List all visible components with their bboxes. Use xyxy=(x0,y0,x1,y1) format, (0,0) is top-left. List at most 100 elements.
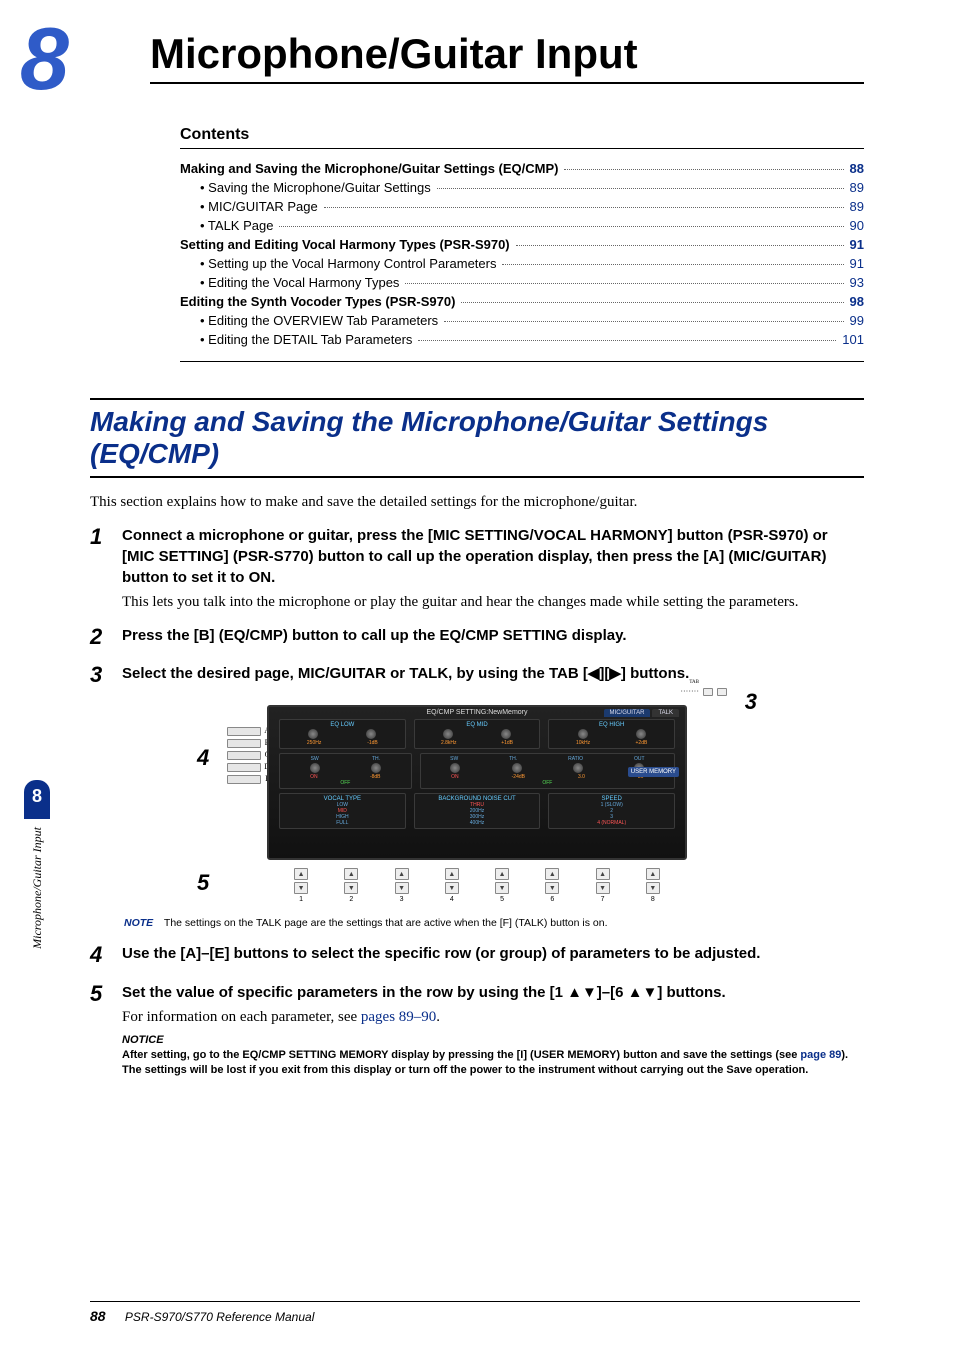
notice-link[interactable]: page 89 xyxy=(800,1049,841,1061)
step-4: 4 Use the [A]–[E] buttons to select the … xyxy=(90,943,864,967)
eq-mid-panel: EQ MID 2.8kHz+1dB xyxy=(414,719,541,749)
toc-row[interactable]: • Setting up the Vocal Harmony Control P… xyxy=(180,254,864,273)
user-memory-button[interactable]: USER MEMORY xyxy=(628,767,679,777)
grid-up-4[interactable]: ▲ xyxy=(445,868,459,880)
toc-row[interactable]: • Editing the OVERVIEW Tab Parameters99 xyxy=(180,311,864,330)
grid-num: 4 xyxy=(450,896,454,903)
step-number: 4 xyxy=(90,943,108,967)
grid-up-3[interactable]: ▲ xyxy=(395,868,409,880)
footer: 88 PSR-S970/S770 Reference Manual xyxy=(90,1301,860,1324)
grid-down-6[interactable]: ▼ xyxy=(545,882,559,894)
grid-down-4[interactable]: ▼ xyxy=(445,882,459,894)
toc-row[interactable]: Setting and Editing Vocal Harmony Types … xyxy=(180,235,864,254)
toc-page: 101 xyxy=(842,332,864,347)
grid-col-2: ▲ ▼ 2 xyxy=(337,868,365,903)
toc-page: 91 xyxy=(850,256,864,271)
cmp-th-label: TH. xyxy=(372,756,380,762)
speed-panel: SPEED 1 (SLOW) 2 3 4 (NORMAL) xyxy=(548,793,675,829)
grid-down-8[interactable]: ▼ xyxy=(646,882,660,894)
step-5: 5 Set the value of specific parameters i… xyxy=(90,982,864,1079)
toc-label: • TALK Page xyxy=(200,218,273,233)
side-button-c[interactable]: C xyxy=(227,751,261,760)
tab-buttons: TAB ······· xyxy=(680,687,727,696)
grid-up-1[interactable]: ▲ xyxy=(294,868,308,880)
pages-link[interactable]: pages 89–90 xyxy=(361,1009,436,1025)
side-button-a[interactable]: A xyxy=(227,727,261,736)
toc-label: Setting and Editing Vocal Harmony Types … xyxy=(180,237,510,252)
step-heading: Connect a microphone or guitar, press th… xyxy=(122,525,864,588)
grid-up-8[interactable]: ▲ xyxy=(646,868,660,880)
grid-up-6[interactable]: ▲ xyxy=(545,868,559,880)
grid-down-7[interactable]: ▼ xyxy=(596,882,610,894)
tab-left-button[interactable] xyxy=(703,688,713,696)
cmp-th2-val: -24dB xyxy=(512,774,525,780)
grid-num: 1 xyxy=(299,896,303,903)
grid-num: 2 xyxy=(349,896,353,903)
footer-page-number: 88 xyxy=(90,1308,106,1324)
eq-high-panel: EQ HIGH 10kHz+2dB xyxy=(548,719,675,749)
side-button-e[interactable]: E xyxy=(227,775,261,784)
grid-down-1[interactable]: ▼ xyxy=(294,882,308,894)
toc-dots xyxy=(461,302,843,303)
grid-num: 5 xyxy=(500,896,504,903)
grid-col-4: ▲ ▼ 4 xyxy=(438,868,466,903)
cmp-ratio-label: RATIO xyxy=(568,756,583,762)
eq-mid-freq: 2.8kHz xyxy=(441,740,457,746)
eq-low-panel: EQ LOW 250Hz-1dB xyxy=(279,719,406,749)
cmp-sw-val: ON xyxy=(310,774,318,780)
side-tab: 8 Microphone/Guitar Input xyxy=(24,780,50,949)
tab-mic-guitar[interactable]: MIC/GUITAR xyxy=(604,709,651,717)
toc-label: • Editing the DETAIL Tab Parameters xyxy=(200,332,412,347)
grid-up-5[interactable]: ▲ xyxy=(495,868,509,880)
toc-dots xyxy=(437,188,844,189)
toc-row[interactable]: • MIC/GUITAR Page89 xyxy=(180,197,864,216)
grid-up-7[interactable]: ▲ xyxy=(596,868,610,880)
step5-p-pre: For information on each parameter, see xyxy=(122,1009,361,1025)
grid-col-6: ▲▼6 xyxy=(538,868,566,903)
toc-row[interactable]: • TALK Page90 xyxy=(180,216,864,235)
speed-4: 4 (NORMAL) xyxy=(553,820,670,826)
toc-row[interactable]: • Saving the Microphone/Guitar Settings8… xyxy=(180,178,864,197)
side-button-b[interactable]: B xyxy=(227,739,261,748)
toc-row[interactable]: Editing the Synth Vocoder Types (PSR-S97… xyxy=(180,292,864,311)
tab-right-button[interactable] xyxy=(717,688,727,696)
toc-dots xyxy=(279,226,843,227)
toc-dots xyxy=(444,321,843,322)
side-tab-number: 8 xyxy=(24,780,50,819)
cmp-th-val: -8dB xyxy=(370,774,381,780)
toc-row[interactable]: • Editing the Vocal Harmony Types93 xyxy=(180,273,864,292)
notice-body: After setting, go to the EQ/CMP SETTING … xyxy=(122,1048,864,1079)
cmp-sw2-val: ON xyxy=(451,774,459,780)
step-heading: Press the [B] (EQ/CMP) button to call up… xyxy=(122,625,864,646)
toc-bottom-rule xyxy=(180,361,864,362)
toc-page: 91 xyxy=(850,237,864,252)
callout-5: 5 xyxy=(197,870,209,896)
step-number: 3 xyxy=(90,663,108,687)
cmp-left-panel: SWTH. ON-8dB OFF xyxy=(279,753,412,789)
step-3: 3 Select the desired page, MIC/GUITAR or… xyxy=(90,663,864,687)
toc-dots xyxy=(502,264,843,265)
step-heading: Select the desired page, MIC/GUITAR or T… xyxy=(122,663,864,684)
side-button-d[interactable]: D xyxy=(227,763,261,772)
tab-talk[interactable]: TALK xyxy=(652,709,679,717)
bgn-400: 400Hz xyxy=(419,820,536,826)
toc-label: • Editing the Vocal Harmony Types xyxy=(200,275,399,290)
grid-down-3[interactable]: ▼ xyxy=(395,882,409,894)
step-number: 5 xyxy=(90,982,108,1079)
vocal-full: FULL xyxy=(284,820,401,826)
toc-row[interactable]: • Editing the DETAIL Tab Parameters 101 xyxy=(180,330,864,349)
toc-row[interactable]: Making and Saving the Microphone/Guitar … xyxy=(180,159,864,178)
contents-block: Contents Making and Saving the Microphon… xyxy=(180,126,864,362)
toc-dots xyxy=(418,340,836,341)
toc-label: • MIC/GUITAR Page xyxy=(200,199,318,214)
cmp-out-label: OUT xyxy=(634,756,645,762)
note-tag: NOTE xyxy=(124,917,153,929)
grid-up-2[interactable]: ▲ xyxy=(344,868,358,880)
toc-page: 98 xyxy=(850,294,864,309)
grid-down-2[interactable]: ▼ xyxy=(344,882,358,894)
vocal-type-panel: VOCAL TYPE LOW MID HIGH FULL xyxy=(279,793,406,829)
grid-col-1: ▲ ▼ 1 xyxy=(287,868,315,903)
section-heading: Making and Saving the Microphone/Guitar … xyxy=(90,398,864,478)
side-tab-label: Microphone/Guitar Input xyxy=(30,827,45,949)
grid-down-5[interactable]: ▼ xyxy=(495,882,509,894)
